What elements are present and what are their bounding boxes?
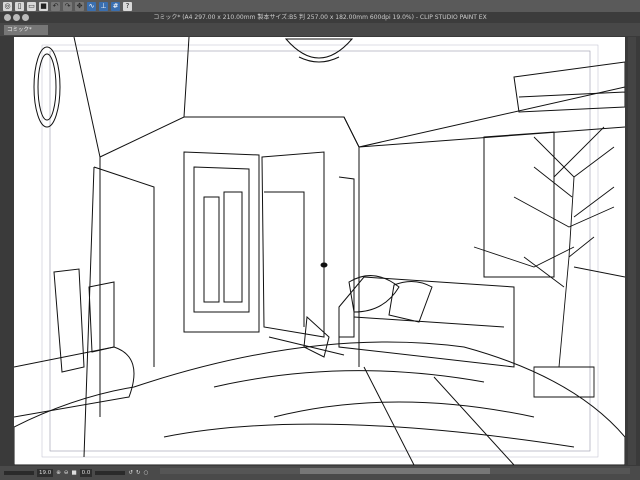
wall-clock bbox=[33, 46, 61, 128]
sofa bbox=[338, 275, 515, 368]
close-icon[interactable] bbox=[4, 14, 11, 21]
window-title: コミック* (A4 297.00 x 210.00mm 製本サイズ:B5 判 2… bbox=[0, 12, 640, 23]
ceiling-lamp bbox=[284, 38, 354, 63]
settings-icon[interactable]: ◎ bbox=[3, 1, 12, 11]
window-controls bbox=[4, 14, 29, 21]
drawing-canvas[interactable] bbox=[14, 37, 625, 465]
snap-special-ruler-icon[interactable]: ⊥ bbox=[99, 1, 108, 11]
zoom-slider[interactable] bbox=[4, 471, 34, 475]
undo-icon[interactable]: ↶ bbox=[51, 1, 60, 11]
fit-icon[interactable]: ■ bbox=[71, 470, 76, 476]
reset-rotation-icon[interactable]: ○ bbox=[144, 470, 149, 476]
horizontal-scrollbar[interactable] bbox=[160, 468, 630, 474]
redo-icon[interactable]: ↷ bbox=[63, 1, 72, 11]
room-line-art bbox=[14, 37, 625, 465]
rotation-value[interactable]: 0.0 bbox=[79, 469, 93, 477]
tab-bar: コミック* bbox=[0, 23, 640, 36]
open-file-icon[interactable]: ▭ bbox=[27, 1, 36, 11]
rotate-left-icon[interactable]: ↺ bbox=[128, 470, 133, 476]
rotation-slider[interactable] bbox=[95, 471, 126, 475]
snap-ruler-icon[interactable]: ∿ bbox=[87, 1, 96, 11]
transform-icon[interactable]: ✥ bbox=[75, 1, 84, 11]
snap-grid-icon[interactable]: # bbox=[111, 1, 120, 11]
scroll-thumb[interactable] bbox=[300, 468, 490, 474]
save-icon[interactable]: ■ bbox=[39, 1, 48, 11]
tab-comic[interactable]: コミック* bbox=[4, 25, 48, 35]
help-icon[interactable]: ? bbox=[123, 1, 132, 11]
new-file-icon[interactable]: ▯ bbox=[15, 1, 24, 11]
tab-label: コミック* bbox=[7, 27, 32, 33]
command-bar: ◎ ▯ ▭ ■ ↶ ↷ ✥ ∿ ⊥ # ? bbox=[0, 0, 640, 12]
vertical-scrollbar[interactable] bbox=[628, 37, 636, 465]
zoom-value[interactable]: 19.0 bbox=[37, 469, 54, 477]
zoom-out-icon[interactable]: ⊖ bbox=[64, 470, 69, 476]
maximize-icon[interactable] bbox=[22, 14, 29, 21]
minimize-icon[interactable] bbox=[13, 14, 20, 21]
rotate-right-icon[interactable]: ↻ bbox=[136, 470, 141, 476]
air-conditioner bbox=[513, 61, 625, 113]
bed bbox=[14, 341, 625, 465]
tv bbox=[14, 268, 135, 418]
zoom-in-icon[interactable]: ⊕ bbox=[56, 470, 61, 476]
